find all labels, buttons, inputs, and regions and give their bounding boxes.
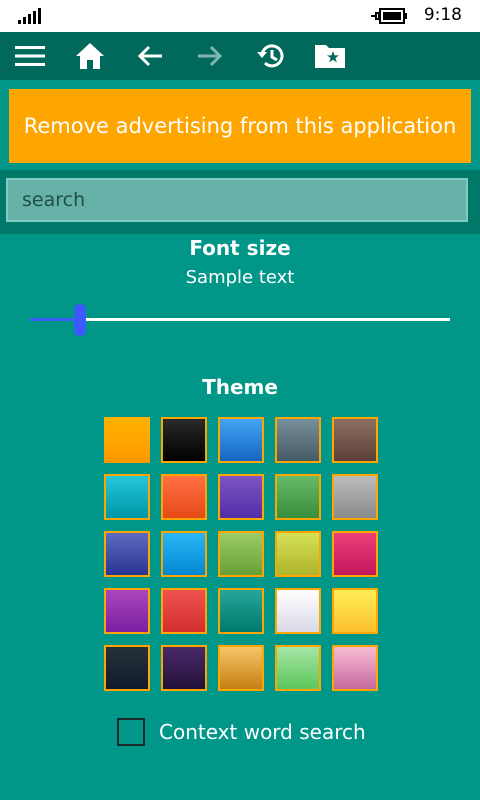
- slider-fill: [30, 318, 81, 321]
- forward-arrow-icon[interactable]: [193, 39, 227, 73]
- toolbar: [0, 32, 480, 80]
- theme-swatch[interactable]: [104, 531, 150, 577]
- home-icon[interactable]: [73, 39, 107, 73]
- theme-swatch[interactable]: [275, 588, 321, 634]
- status-time: 9:18: [423, 5, 462, 25]
- remove-ads-banner[interactable]: Remove advertising from this application: [9, 89, 471, 163]
- battery-charging-icon: [369, 7, 409, 25]
- remove-ads-label: Remove advertising from this application: [23, 114, 457, 138]
- theme-swatch[interactable]: [104, 645, 150, 691]
- theme-swatch[interactable]: [161, 588, 207, 634]
- sample-text: Sample text: [185, 267, 295, 288]
- slider-track[interactable]: [30, 318, 450, 321]
- context-word-search-checkbox[interactable]: [117, 718, 145, 746]
- theme-swatch[interactable]: [332, 417, 378, 463]
- theme-swatch[interactable]: [104, 588, 150, 634]
- menu-icon[interactable]: [13, 39, 47, 73]
- theme-title: Theme: [202, 375, 278, 399]
- theme-swatch[interactable]: [275, 417, 321, 463]
- theme-swatch[interactable]: [104, 474, 150, 520]
- theme-swatch[interactable]: [218, 645, 264, 691]
- search-bar: [0, 170, 480, 234]
- search-input[interactable]: [6, 178, 468, 222]
- theme-swatch-grid: [104, 417, 378, 691]
- slider-thumb[interactable]: [74, 304, 87, 336]
- theme-swatch[interactable]: [275, 645, 321, 691]
- context-word-search-option[interactable]: Context word search: [117, 716, 366, 748]
- font-size-slider[interactable]: [30, 304, 450, 336]
- theme-swatch[interactable]: [275, 474, 321, 520]
- theme-swatch[interactable]: [161, 474, 207, 520]
- favorites-folder-icon[interactable]: [313, 39, 347, 73]
- theme-swatch[interactable]: [161, 417, 207, 463]
- theme-swatch[interactable]: [161, 531, 207, 577]
- back-arrow-icon[interactable]: [133, 39, 167, 73]
- theme-swatch[interactable]: [332, 588, 378, 634]
- history-icon[interactable]: [253, 39, 287, 73]
- signal-icon: [18, 8, 42, 24]
- theme-swatch[interactable]: [161, 645, 207, 691]
- theme-swatch[interactable]: [332, 531, 378, 577]
- theme-swatch[interactable]: [104, 417, 150, 463]
- theme-swatch[interactable]: [332, 645, 378, 691]
- font-size-title: Font size: [189, 236, 291, 260]
- theme-swatch[interactable]: [218, 531, 264, 577]
- theme-swatch[interactable]: [275, 531, 321, 577]
- theme-swatch[interactable]: [218, 588, 264, 634]
- theme-swatch[interactable]: [332, 474, 378, 520]
- theme-swatch[interactable]: [218, 474, 264, 520]
- theme-swatch[interactable]: [218, 417, 264, 463]
- status-bar: 9:18: [0, 0, 480, 32]
- context-word-search-label: Context word search: [159, 720, 366, 744]
